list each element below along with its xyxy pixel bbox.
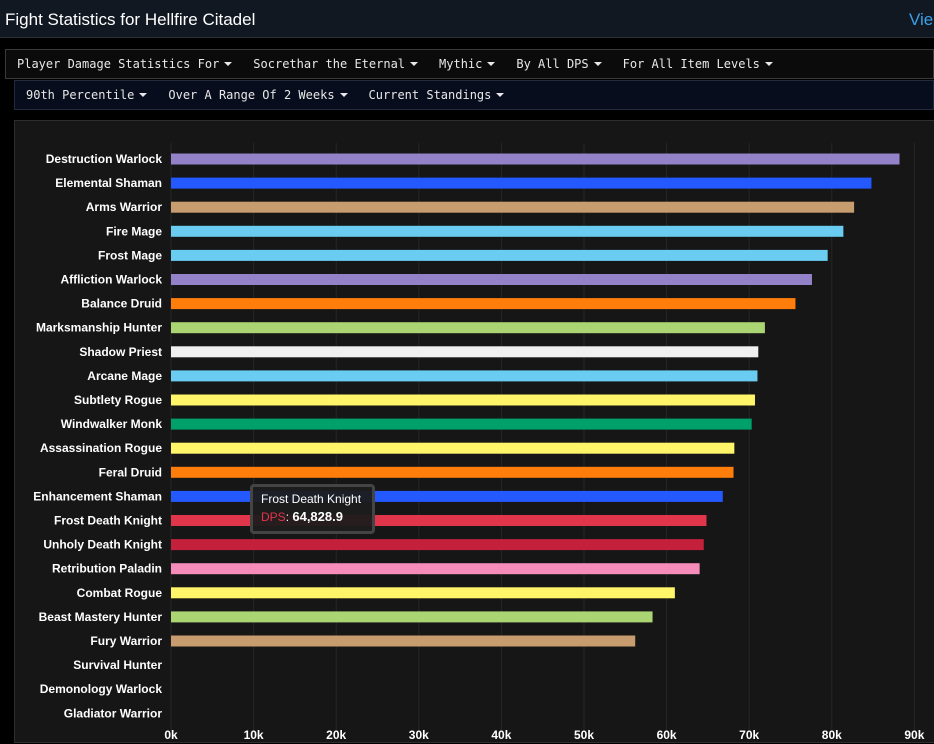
bar [171, 442, 735, 454]
filter-bar-primary: Player Damage Statistics For Socrethar t… [5, 49, 934, 79]
dropdown-label: By All DPS [516, 57, 589, 71]
category-label: Affliction Warlock [60, 273, 162, 287]
bar [171, 611, 653, 623]
category-label: Subtlety Rogue [74, 393, 162, 407]
category-label: Elemental Shaman [55, 176, 162, 190]
tooltip-spec-name: Frost Death Knight [261, 492, 362, 506]
dropdown-label: Player Damage Statistics For [17, 57, 220, 71]
category-label: Assassination Rogue [40, 441, 162, 455]
caret-down-icon [496, 93, 505, 97]
dps-bar-chart: 0k 10k 20k 30k 40k 50k 60k 70k 80k 90k Destruction… [33, 143, 925, 742]
category-label: Gladiator Warrior [64, 706, 163, 720]
x-tick-label: 70k [739, 728, 759, 742]
tooltip-value-line: DPS: 64,828.9 [261, 509, 343, 524]
page-title: Fight Statistics for Hellfire Citadel [5, 10, 256, 29]
category-label: Marksmanship Hunter [36, 321, 162, 335]
x-tick-label: 20k [326, 728, 346, 742]
dropdown-label: For All Item Levels [622, 57, 760, 71]
x-tick-label: 10k [244, 728, 264, 742]
tooltip-metric-label: DPS [261, 510, 286, 524]
bar [171, 370, 758, 382]
damage-statistics-dropdown[interactable]: Player Damage Statistics For [6, 57, 242, 71]
bar [171, 177, 872, 189]
x-tick-label: 90k [904, 728, 924, 742]
dropdown-label: 90th Percentile [26, 88, 135, 102]
bar [171, 346, 759, 358]
category-label: Fire Mage [106, 224, 162, 238]
caret-down-icon [339, 93, 348, 97]
view-link[interactable]: Vie [909, 10, 933, 30]
time-range-dropdown[interactable]: Over A Range Of 2 Weeks [157, 88, 357, 102]
category-label: Survival Hunter [73, 658, 162, 672]
role-dropdown[interactable]: By All DPS [505, 57, 611, 71]
bar [171, 153, 900, 165]
x-tick-label: 40k [491, 728, 511, 742]
category-label: Frost Death Knight [54, 514, 162, 528]
encounter-dropdown[interactable]: Socrethar the Eternal [242, 57, 428, 71]
category-label: Retribution Paladin [52, 562, 162, 576]
category-label: Windwalker Monk [61, 417, 163, 431]
category-label: Beast Mastery Hunter [39, 610, 163, 624]
bar [171, 563, 700, 575]
category-label: Demonology Warlock [40, 682, 163, 696]
bar [171, 274, 812, 285]
dropdown-label: Socrethar the Eternal [253, 57, 406, 71]
category-label: Destruction Warlock [46, 152, 163, 166]
title-bar: Fight Statistics for Hellfire Citadel Vi… [0, 0, 934, 38]
category-label: Shadow Priest [79, 345, 162, 359]
category-label: Feral Druid [99, 465, 162, 479]
category-label: Balance Druid [81, 297, 162, 311]
x-tick-label: 50k [574, 728, 594, 742]
percentile-dropdown[interactable]: 90th Percentile [15, 88, 157, 102]
dropdown-label: Over A Range Of 2 Weeks [168, 88, 335, 102]
difficulty-dropdown[interactable]: Mythic [428, 57, 505, 71]
caret-down-icon [487, 62, 496, 66]
caret-down-icon [139, 93, 148, 97]
x-tick-label: 0k [164, 728, 178, 742]
filter-bar-secondary: 90th Percentile Over A Range Of 2 Weeks … [14, 80, 934, 110]
bar [171, 225, 844, 237]
category-label: Frost Mage [98, 248, 162, 262]
category-label: Combat Rogue [77, 586, 163, 600]
bar [171, 298, 796, 310]
caret-down-icon [593, 62, 602, 66]
bar [171, 322, 765, 334]
caret-down-icon [764, 62, 773, 66]
x-tick-label: 30k [409, 728, 429, 742]
bar [171, 418, 752, 430]
bar [171, 539, 704, 551]
standings-dropdown[interactable]: Current Standings [358, 88, 515, 102]
bar [171, 201, 855, 213]
x-tick-label: 60k [657, 728, 677, 742]
category-label: Unholy Death Knight [43, 538, 162, 552]
category-label: Fury Warrior [90, 634, 162, 648]
bar [171, 249, 828, 261]
caret-down-icon [410, 62, 419, 66]
dropdown-label: Mythic [439, 57, 483, 71]
category-label: Enhancement Shaman [33, 489, 162, 503]
x-tick-label: 80k [822, 728, 842, 742]
bar [171, 587, 675, 599]
category-label: Arcane Mage [87, 369, 162, 383]
bar [171, 635, 636, 647]
tooltip-metric-value: 64,828.9 [292, 509, 343, 524]
bar [171, 394, 755, 406]
category-label: Arms Warrior [86, 200, 163, 214]
caret-down-icon [224, 62, 233, 66]
chart-panel: 0k 10k 20k 30k 40k 50k 60k 70k 80k 90k Destruction… [14, 120, 934, 743]
item-level-dropdown[interactable]: For All Item Levels [612, 57, 783, 71]
dropdown-label: Current Standings [368, 88, 492, 102]
bar [171, 466, 734, 478]
bar-tooltip: Frost Death Knight DPS: 64,828.9 [250, 484, 375, 534]
